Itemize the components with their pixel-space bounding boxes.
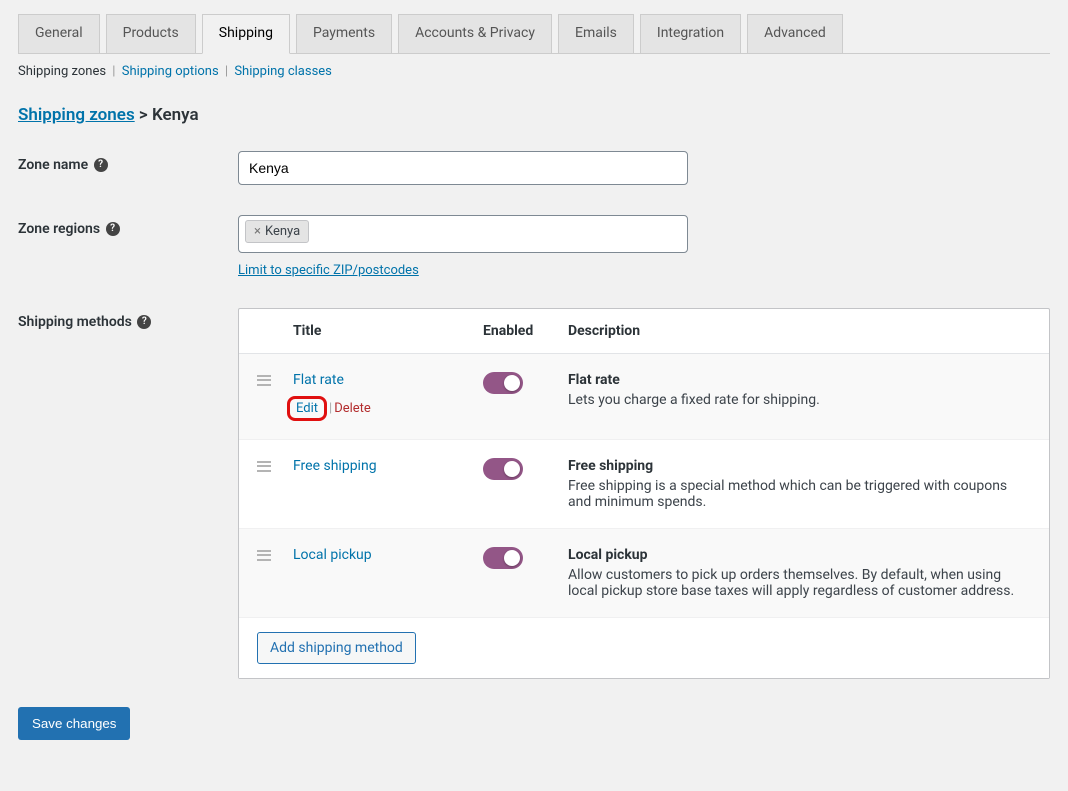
shipping-methods-table: Title Enabled Description Flat rate Edit|… — [238, 308, 1050, 679]
help-icon[interactable]: ? — [137, 315, 151, 329]
zone-regions-input[interactable]: × Kenya — [238, 215, 688, 253]
tab-products[interactable]: Products — [106, 14, 196, 53]
zone-name-input[interactable] — [238, 151, 688, 185]
drag-handle-icon[interactable] — [257, 374, 271, 392]
subtab-shipping-zones[interactable]: Shipping zones — [18, 64, 106, 79]
limit-zip-link[interactable]: Limit to specific ZIP/postcodes — [238, 263, 419, 278]
enabled-toggle[interactable] — [483, 547, 523, 569]
help-icon[interactable]: ? — [94, 158, 108, 172]
breadcrumb: Shipping zones > Kenya — [18, 105, 1050, 125]
col-enabled: Enabled — [483, 323, 568, 339]
tab-shipping[interactable]: Shipping — [202, 14, 290, 54]
shipping-methods-label-text: Shipping methods — [18, 314, 132, 330]
table-row: Flat rate Edit|Delete Flat rate Lets you ch… — [239, 354, 1049, 440]
method-desc-title: Local pickup — [568, 547, 1031, 563]
enabled-toggle[interactable] — [483, 372, 523, 394]
zone-name-label: Zone name ? — [18, 151, 238, 173]
breadcrumb-separator: > — [139, 105, 148, 125]
tab-emails[interactable]: Emails — [558, 14, 634, 53]
method-title-link[interactable]: Free shipping — [293, 458, 377, 474]
tab-general[interactable]: General — [18, 14, 100, 53]
breadcrumb-root-link[interactable]: Shipping zones — [18, 105, 135, 125]
tab-integration[interactable]: Integration — [640, 14, 741, 53]
drag-handle-icon[interactable] — [257, 460, 271, 478]
delete-link[interactable]: Delete — [334, 401, 371, 416]
col-description: Description — [568, 323, 1031, 339]
drag-handle-icon[interactable] — [257, 549, 271, 567]
row-actions: Edit|Delete — [293, 396, 483, 421]
separator: | — [109, 64, 118, 79]
method-desc-text: Free shipping is a special method which … — [568, 478, 1031, 510]
edit-link[interactable]: Edit — [296, 401, 318, 416]
save-changes-button[interactable]: Save changes — [18, 707, 130, 740]
zone-regions-label-text: Zone regions — [18, 221, 100, 237]
shipping-subtabs: Shipping zones | Shipping options | Ship… — [18, 54, 1050, 79]
help-icon[interactable]: ? — [106, 222, 120, 236]
method-desc-text: Allow customers to pick up orders themse… — [568, 567, 1031, 599]
table-header: Title Enabled Description — [239, 309, 1049, 354]
settings-tabs: General Products Shipping Payments Accou… — [18, 14, 1050, 54]
region-tag-label: Kenya — [265, 224, 300, 239]
separator: | — [222, 64, 231, 79]
method-title-link[interactable]: Local pickup — [293, 547, 372, 563]
table-row: Free shipping Free shipping Free shipping … — [239, 440, 1049, 529]
method-desc-title: Flat rate — [568, 372, 1031, 388]
enabled-toggle[interactable] — [483, 458, 523, 480]
zone-regions-label: Zone regions ? — [18, 215, 238, 237]
remove-tag-icon[interactable]: × — [254, 224, 261, 239]
add-shipping-method-button[interactable]: Add shipping method — [257, 632, 416, 664]
region-tag[interactable]: × Kenya — [245, 220, 309, 243]
table-row: Local pickup Local pickup Allow customers … — [239, 529, 1049, 618]
method-title-link[interactable]: Flat rate — [293, 372, 344, 388]
tab-advanced[interactable]: Advanced — [747, 14, 843, 53]
subtab-shipping-classes[interactable]: Shipping classes — [234, 64, 332, 79]
tab-accounts-privacy[interactable]: Accounts & Privacy — [398, 14, 552, 53]
zone-name-label-text: Zone name — [18, 157, 88, 173]
shipping-methods-label: Shipping methods ? — [18, 308, 238, 330]
tab-payments[interactable]: Payments — [296, 14, 392, 53]
method-desc-title: Free shipping — [568, 458, 1031, 474]
subtab-shipping-options[interactable]: Shipping options — [122, 64, 219, 79]
breadcrumb-current: Kenya — [152, 105, 199, 125]
col-title: Title — [293, 323, 483, 339]
method-desc-text: Lets you charge a fixed rate for shippin… — [568, 392, 1031, 408]
